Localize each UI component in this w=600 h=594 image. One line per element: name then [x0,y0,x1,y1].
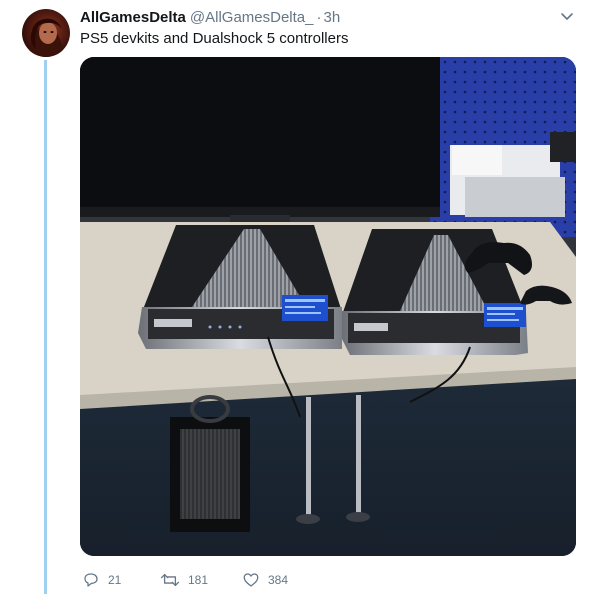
tweet-timestamp[interactable]: 3h [324,9,341,26]
retweet-count: 181 [188,573,209,587]
tweet-text: PS5 devkits and Dualshock 5 controllers [80,30,349,47]
retweet-icon [160,571,180,589]
user-avatar[interactable] [22,9,70,57]
separator-dot: · [316,9,322,26]
chevron-down-icon[interactable] [558,10,576,24]
tweet-photo[interactable] [80,57,576,556]
reply-button[interactable]: 21 [82,569,121,591]
like-button[interactable]: 384 [242,569,288,591]
heart-icon [242,571,260,589]
author-handle[interactable]: @AllGamesDelta_ [190,9,314,26]
reply-icon [82,571,100,589]
author-name[interactable]: AllGamesDelta [80,9,186,26]
tweet-header: AllGamesDelta @AllGamesDelta_ · 3h [80,9,340,27]
reply-count: 21 [108,573,122,587]
like-count: 384 [268,573,289,587]
retweet-button[interactable]: 181 [160,569,208,591]
thread-connector-line [44,60,47,594]
